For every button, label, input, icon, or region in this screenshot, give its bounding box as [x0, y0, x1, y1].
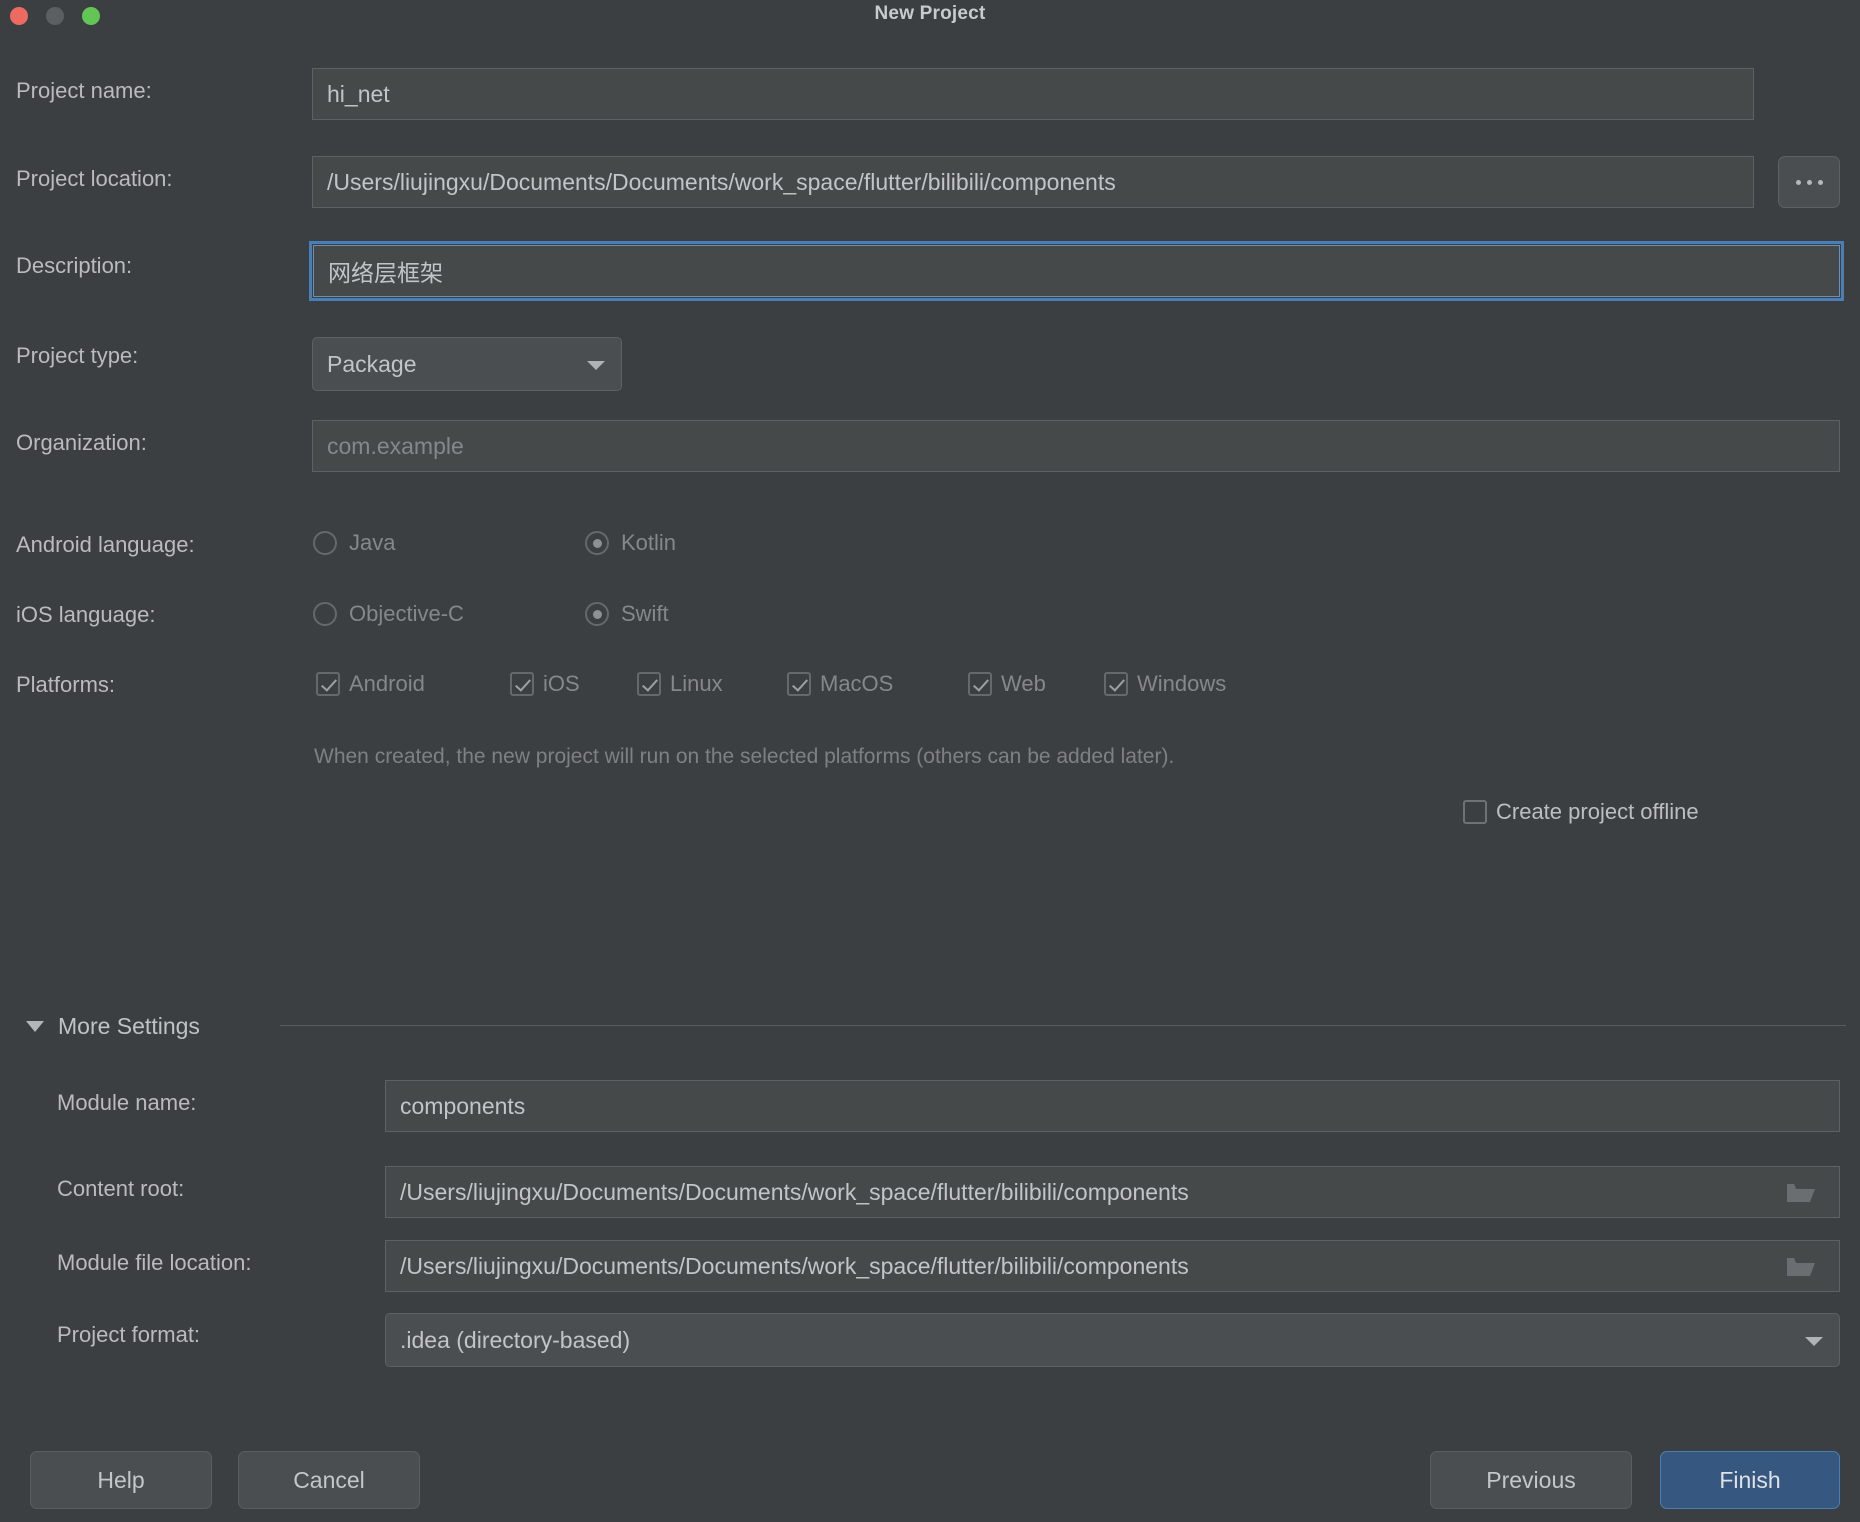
module-file-location-input[interactable]: /Users/liujingxu/Documents/Documents/wor…	[385, 1240, 1840, 1292]
organization-input[interactable]: com.example	[312, 420, 1840, 472]
project-type-dropdown[interactable]: Package	[312, 337, 622, 391]
chevron-down-icon	[587, 361, 605, 370]
checkbox-label: MacOS	[820, 671, 894, 696]
radio-icon-selected	[585, 602, 609, 626]
description-input[interactable]: 网络层框架	[309, 241, 1844, 301]
ellipsis-icon	[1795, 179, 1801, 185]
radio-android-kotlin[interactable]: Kotlin	[585, 530, 676, 556]
radio-icon	[313, 602, 337, 626]
checkbox-label: Web	[1001, 671, 1046, 696]
previous-button[interactable]: Previous	[1430, 1451, 1632, 1509]
check-icon	[510, 672, 534, 696]
content-root-label: Content root:	[57, 1176, 185, 1201]
checkbox-label: Create project offline	[1496, 799, 1699, 824]
checkbox-label: Windows	[1137, 671, 1227, 696]
check-icon	[316, 672, 340, 696]
browse-location-button[interactable]	[1778, 156, 1840, 208]
radio-icon-selected	[585, 531, 609, 555]
check-icon	[1104, 672, 1128, 696]
folder-icon[interactable]	[1786, 1181, 1816, 1205]
content-root-input[interactable]: /Users/liujingxu/Documents/Documents/wor…	[385, 1166, 1840, 1218]
module-name-input[interactable]: components	[385, 1080, 1840, 1132]
project-type-value: Package	[327, 350, 417, 377]
platforms-label: Platforms:	[16, 672, 116, 697]
project-name-input[interactable]: hi_net	[312, 68, 1754, 120]
ellipsis-icon	[1806, 179, 1812, 185]
checkbox-label: iOS	[543, 671, 580, 696]
project-format-label: Project format:	[57, 1322, 201, 1347]
radio-ios-objective-c[interactable]: Objective-C	[313, 601, 464, 627]
organization-label: Organization:	[16, 430, 147, 455]
checkbox-label: Linux	[670, 671, 723, 696]
cancel-button[interactable]: Cancel	[238, 1451, 420, 1509]
module-file-location-label: Module file location:	[57, 1250, 252, 1275]
description-label: Description:	[16, 253, 133, 278]
checkbox-platform-macos[interactable]: MacOS	[787, 671, 893, 697]
folder-icon[interactable]	[1786, 1255, 1816, 1279]
more-settings-toggle[interactable]: More Settings	[26, 1013, 200, 1040]
project-format-value: .idea (directory-based)	[400, 1326, 631, 1353]
checkbox-platform-windows[interactable]: Windows	[1104, 671, 1226, 697]
check-icon	[637, 672, 661, 696]
title-bar: New Project	[0, 0, 1860, 42]
platforms-hint: When created, the new project will run o…	[314, 745, 1175, 768]
check-icon	[787, 672, 811, 696]
check-icon	[1463, 800, 1487, 824]
checkbox-create-project-offline[interactable]: Create project offline	[1463, 799, 1699, 825]
finish-button[interactable]: Finish	[1660, 1451, 1840, 1509]
checkbox-label: Android	[349, 671, 425, 696]
help-button[interactable]: Help	[30, 1451, 212, 1509]
chevron-down-icon	[1805, 1337, 1823, 1346]
module-name-label: Module name:	[57, 1090, 197, 1115]
radio-icon	[313, 531, 337, 555]
more-settings-divider	[280, 1025, 1846, 1026]
window-title: New Project	[874, 3, 986, 24]
check-icon	[968, 672, 992, 696]
radio-label: Objective-C	[349, 601, 464, 626]
triangle-down-icon	[26, 1021, 44, 1032]
checkbox-platform-web[interactable]: Web	[968, 671, 1046, 697]
radio-label: Java	[349, 530, 396, 555]
ios-language-label: iOS language:	[16, 602, 156, 627]
project-location-input[interactable]: /Users/liujingxu/Documents/Documents/wor…	[312, 156, 1754, 208]
radio-ios-swift[interactable]: Swift	[585, 601, 669, 627]
project-location-label: Project location:	[16, 166, 173, 191]
more-settings-label: More Settings	[58, 1013, 200, 1039]
project-format-dropdown[interactable]: .idea (directory-based)	[385, 1313, 1840, 1367]
radio-android-java[interactable]: Java	[313, 530, 395, 556]
android-language-label: Android language:	[16, 532, 195, 557]
checkbox-platform-android[interactable]: Android	[316, 671, 425, 697]
checkbox-platform-linux[interactable]: Linux	[637, 671, 723, 697]
checkbox-platform-ios[interactable]: iOS	[510, 671, 580, 697]
radio-label: Swift	[621, 601, 669, 626]
ellipsis-icon	[1817, 179, 1823, 185]
project-type-label: Project type:	[16, 343, 139, 368]
radio-label: Kotlin	[621, 530, 677, 555]
project-name-label: Project name:	[16, 78, 152, 103]
